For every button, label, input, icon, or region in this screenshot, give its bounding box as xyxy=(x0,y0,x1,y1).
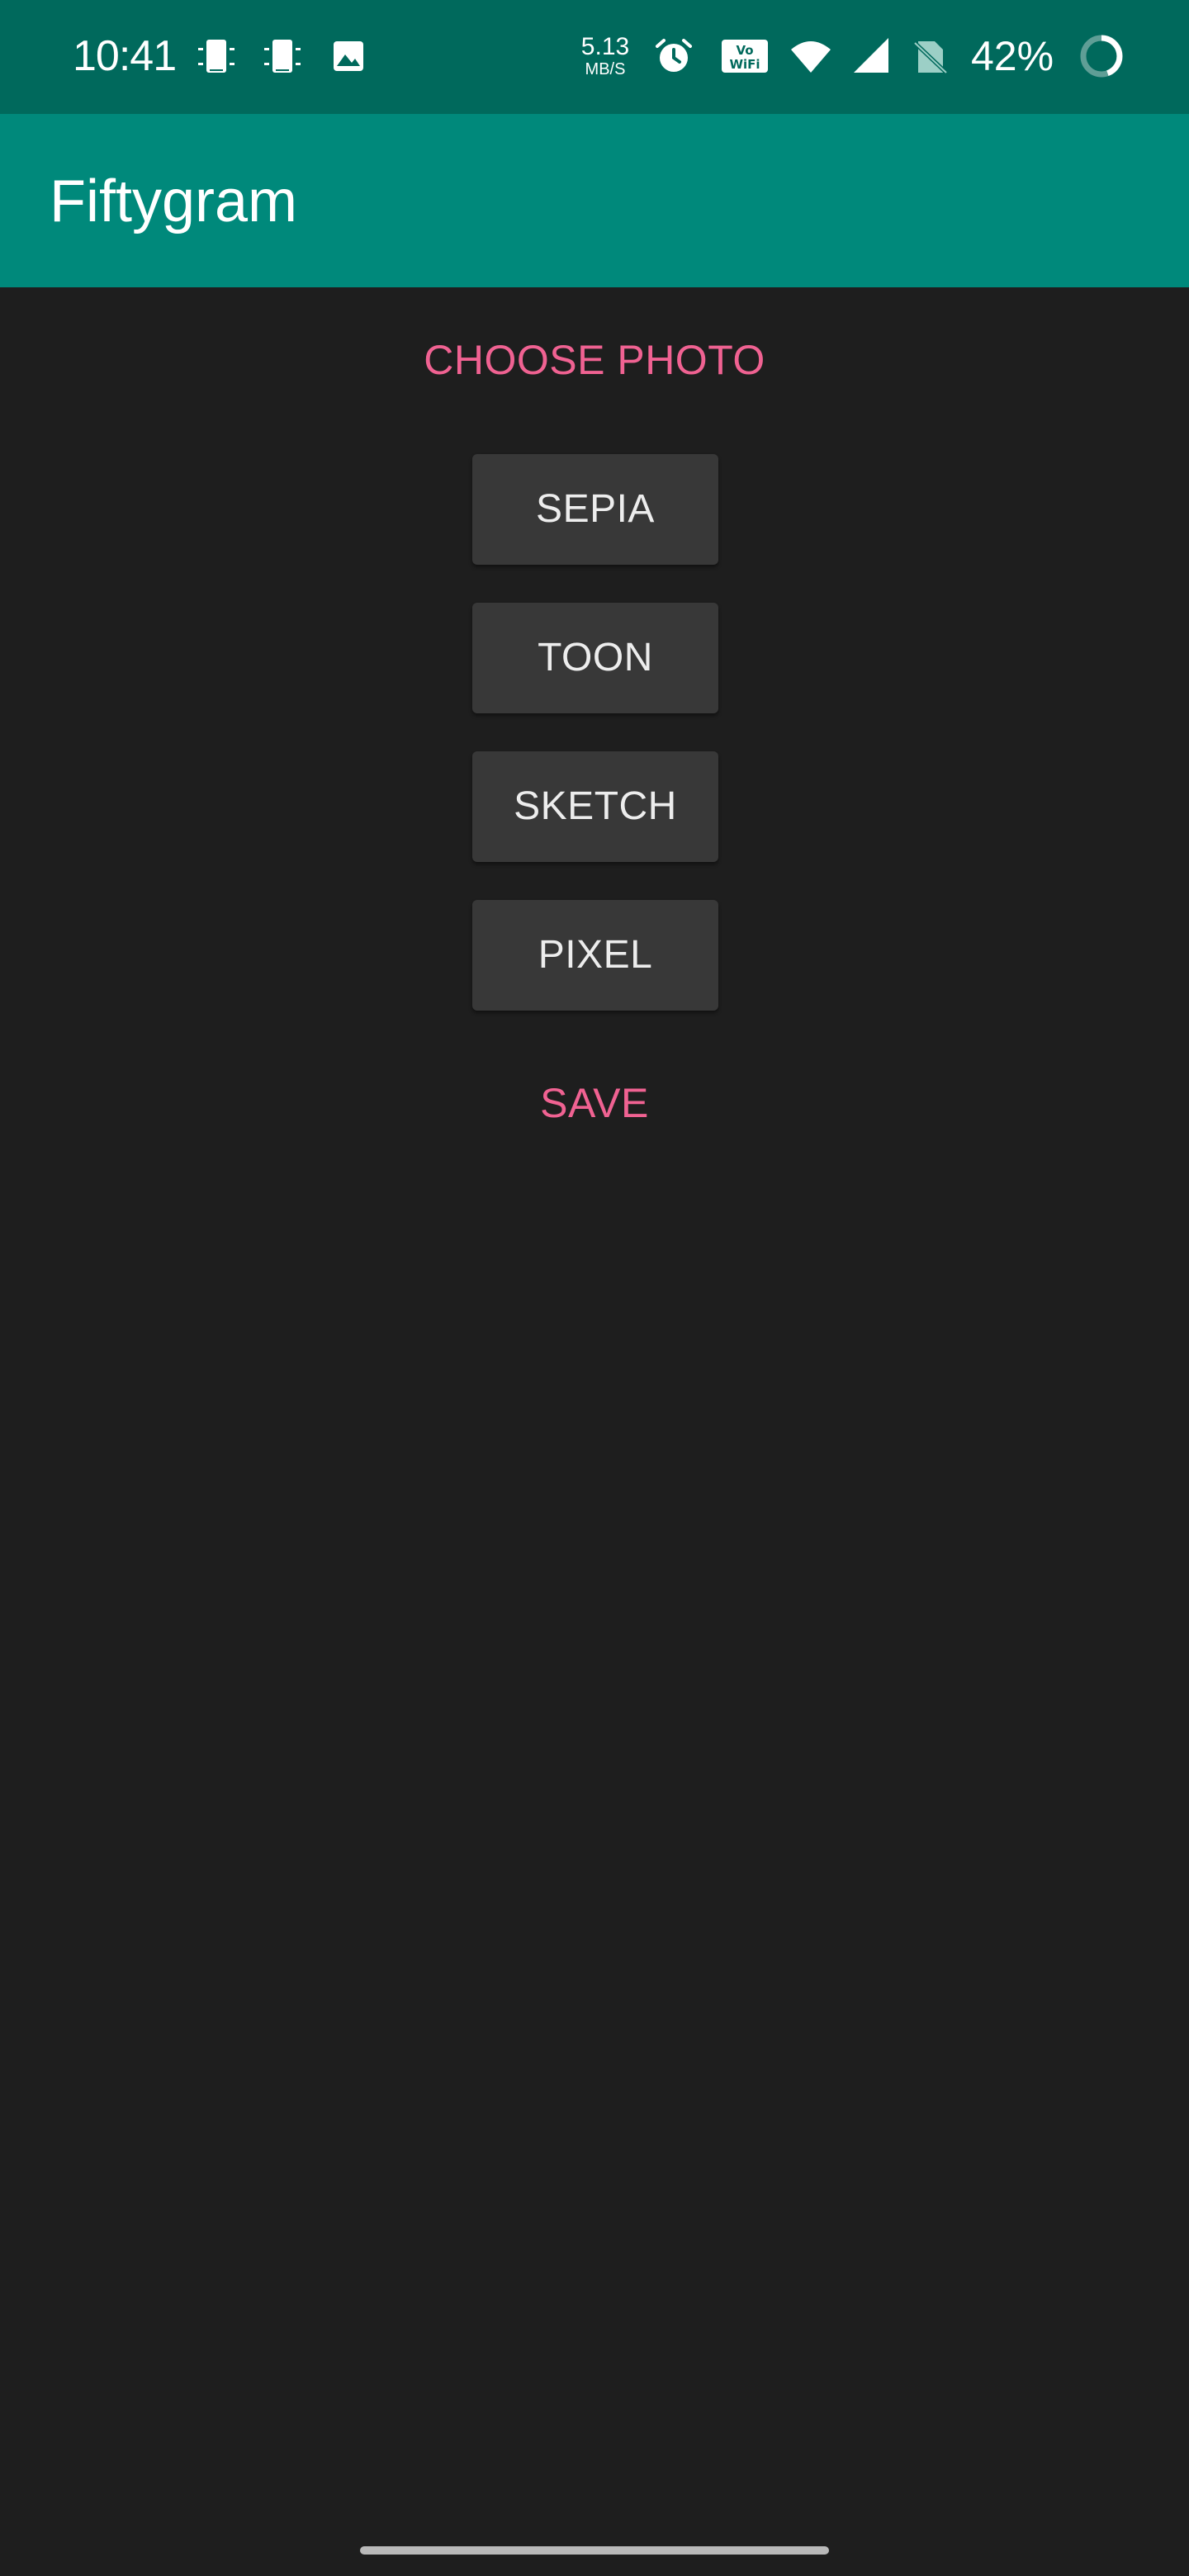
choose-photo-row: CHOOSE PHOTO xyxy=(0,335,1189,385)
vibrate-phone-icon xyxy=(261,35,304,78)
network-speed: 5.13 MB/S xyxy=(578,35,632,78)
vowifi-icon: Vo WiFi xyxy=(720,35,770,78)
save-button[interactable]: SAVE xyxy=(540,1080,649,1126)
network-speed-unit: MB/S xyxy=(585,60,626,78)
save-row: SAVE xyxy=(0,1078,1189,1128)
toon-button[interactable]: TOON xyxy=(472,603,718,713)
battery-percent: 42% xyxy=(971,33,1054,79)
status-time: 10:41 xyxy=(73,32,177,80)
svg-text:Vo: Vo xyxy=(736,43,753,58)
sepia-button[interactable]: SEPIA xyxy=(472,454,718,565)
svg-text:WiFi: WiFi xyxy=(729,57,760,72)
wifi-icon xyxy=(789,35,832,78)
signal-icon xyxy=(850,35,893,78)
app-title: Fiftygram xyxy=(50,168,298,234)
app-screen: 10:41 5.13 MB/S Vo WiFi 42% Fiftygram CH… xyxy=(0,0,1189,2576)
vibrate-phone-icon xyxy=(195,35,238,78)
choose-photo-button[interactable]: CHOOSE PHOTO xyxy=(424,337,765,383)
app-bar: Fiftygram xyxy=(0,114,1189,287)
pixel-button[interactable]: PIXEL xyxy=(472,900,718,1011)
gesture-navigation-bar[interactable] xyxy=(360,2546,829,2555)
status-bar: 10:41 5.13 MB/S Vo WiFi 42% xyxy=(0,0,1189,114)
battery-ring-icon xyxy=(1077,31,1126,81)
alarm-icon xyxy=(652,35,695,78)
image-icon xyxy=(327,35,370,78)
no-sim-icon xyxy=(908,35,951,78)
network-speed-value: 5.13 xyxy=(580,33,630,60)
sketch-button[interactable]: SKETCH xyxy=(472,751,718,862)
